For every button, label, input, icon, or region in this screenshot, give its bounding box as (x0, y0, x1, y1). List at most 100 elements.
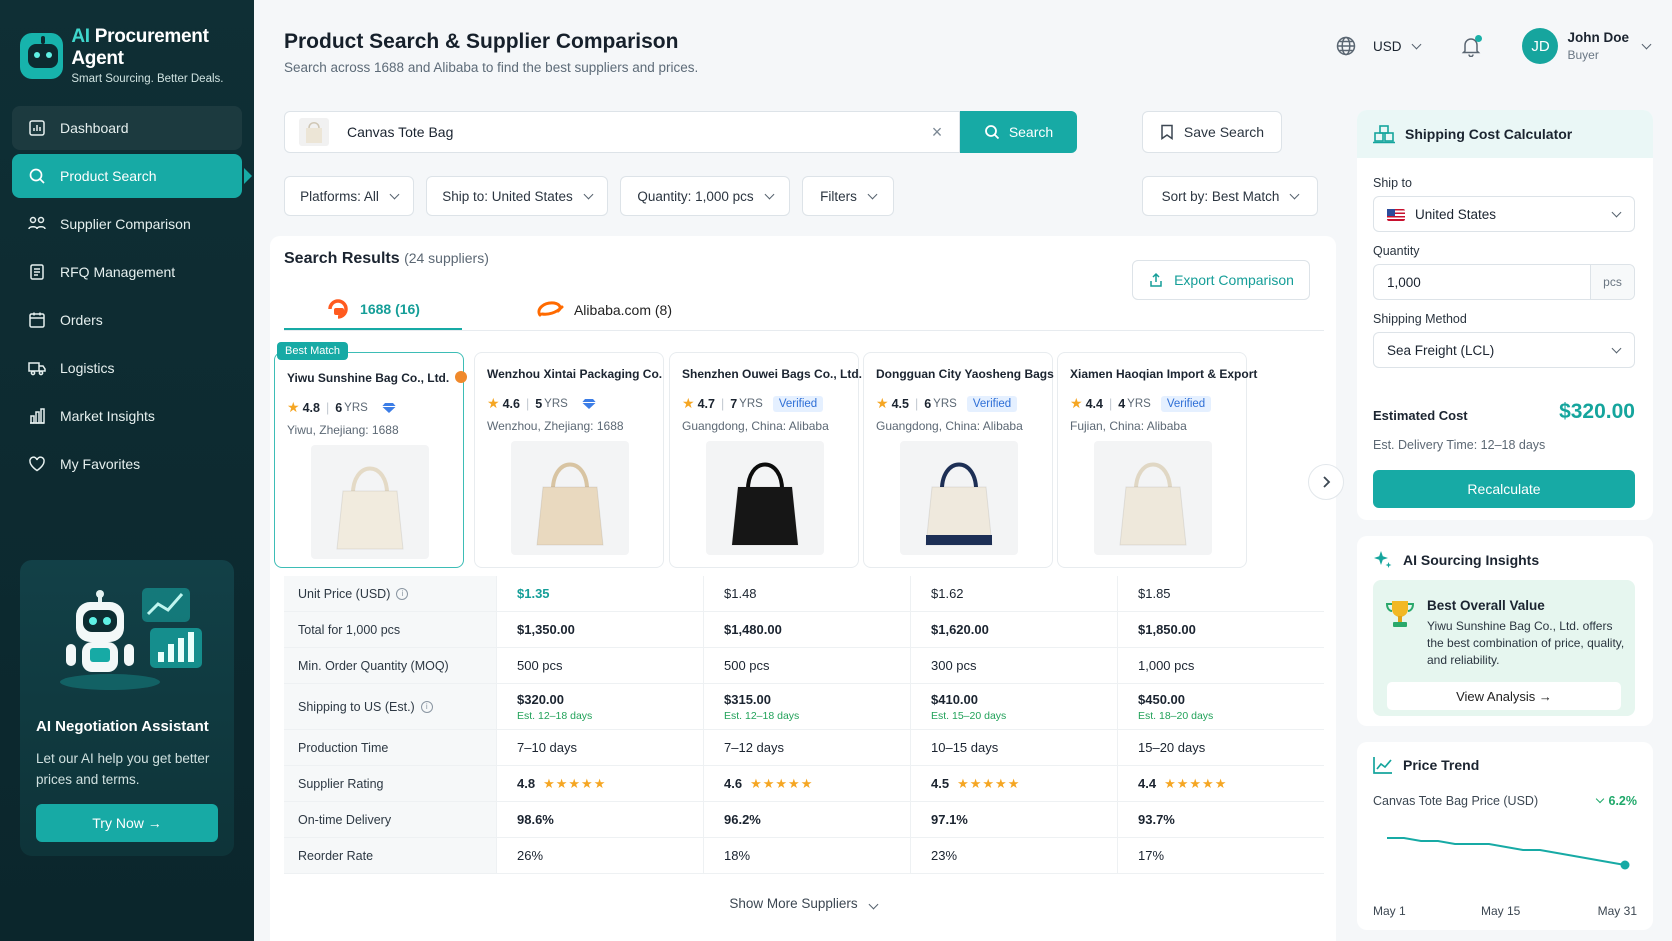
sidebar-item-dashboard[interactable]: Dashboard (12, 106, 242, 150)
supplier-rating: 4.5 (891, 396, 909, 411)
product-image (511, 441, 629, 555)
supplier-card[interactable]: Xiamen Haoqian Import & Export ★ 4.4 | 4 YRS V… (1057, 352, 1257, 568)
quantity-input[interactable]: 1,000 pcs (1373, 264, 1635, 300)
sidebar-item-supplier-comparison[interactable]: Supplier Comparison (12, 202, 242, 246)
supplier-rating: 4.6 (502, 396, 520, 411)
diamond-icon (581, 398, 596, 410)
ship-to-filter[interactable]: Ship to: United States (426, 176, 608, 216)
show-more-suppliers-button[interactable]: Show More Suppliers (270, 896, 1336, 911)
table-cell: $315.00 Est. 12–18 days (703, 684, 910, 729)
supplier-location: Yiwu, Zhejiang: 1688 (287, 423, 399, 437)
page-title: Product Search & Supplier Comparison (284, 30, 679, 53)
table-cell: $320.00 Est. 12–18 days (496, 684, 703, 729)
chevron-down-icon (583, 189, 594, 199)
star-icon: ★ (1070, 395, 1083, 411)
row-label: Min. Order Quantity (MOQ) (284, 648, 496, 683)
try-now-button[interactable]: Try Now → (36, 804, 218, 842)
estimated-delivery-time: Est. Delivery Time: 12–18 days (1373, 438, 1546, 452)
sidebar-item-label: Product Search (60, 168, 157, 184)
user-info[interactable]: John Doe Buyer (1567, 30, 1629, 62)
boxes-icon (1373, 125, 1395, 144)
years-unit: YRS (344, 401, 368, 414)
avatar[interactable]: JD (1522, 28, 1559, 64)
star-icon: ★ (287, 399, 300, 415)
sparkle-icon (1374, 551, 1392, 568)
sidebar-item-orders[interactable]: Orders (12, 298, 242, 342)
info-icon[interactable]: i (396, 587, 409, 600)
supplier-location: Guangdong, China: Alibaba (682, 419, 829, 433)
sidebar-item-product-search[interactable]: Product Search (12, 154, 252, 198)
brand-title: AI Procurement Agent (71, 26, 209, 69)
table-cell: 97.1% (910, 802, 1117, 837)
table-cell: 7–12 days (703, 730, 910, 765)
save-search-button[interactable]: Save Search (1142, 111, 1282, 153)
sidebar-item-label: Dashboard (60, 120, 129, 136)
supplier-card[interactable]: Best Match Yiwu Sunshine Bag Co., Ltd. ★ 4.… (274, 342, 468, 568)
supplier-card[interactable]: Dongguan City Yaosheng Bags ★ 4.5 | 6 YRS Veri… (863, 352, 1054, 568)
chevron-down-icon (868, 899, 879, 910)
rating-stars-icon: ★★★★★ (957, 775, 1021, 791)
chevron-down-icon (867, 189, 878, 199)
recalculate-button[interactable]: Recalculate (1373, 470, 1635, 508)
sort-dropdown[interactable]: Sort by: Best Match (1142, 176, 1318, 216)
sidebar-item-my-favorites[interactable]: My Favorites (12, 442, 242, 486)
view-analysis-button[interactable]: View Analysis → (1387, 682, 1621, 710)
supplier-years: 7 (730, 396, 738, 411)
supplier-rating: 4.8 (302, 400, 320, 415)
row-label: Supplier Rating (284, 766, 496, 801)
shipping-cost-calculator: Shipping Cost Calculator Ship to United … (1357, 110, 1653, 520)
search-icon (984, 125, 999, 140)
supplier-location: Guangdong, China: Alibaba (876, 419, 1023, 433)
table-row: Unit Price (USD) i $1.35 $1.48 $1.62 $1.85 (284, 576, 1324, 612)
table-cell: 4.6 ★★★★★ (703, 766, 910, 801)
chevron-down-icon (1611, 343, 1622, 353)
ai-negotiation-card: AI Negotiation Assistant Let our AI help… (20, 560, 234, 856)
supplier-name: Xiamen Haoqian Import & Export (1070, 367, 1258, 381)
rfq-icon (28, 263, 46, 281)
us-flag-icon (1387, 208, 1405, 221)
estimated-cost-value: $320.00 (1559, 400, 1635, 423)
supplier-card[interactable]: Shenzhen Ouwei Bags Co., Ltd. ★ 4.7 | 7 YRS Ve… (669, 352, 862, 568)
currency-selector[interactable]: USD (1373, 39, 1422, 54)
search-input[interactable] (347, 124, 927, 140)
search-button[interactable]: Search (960, 111, 1077, 153)
table-row: On-time Delivery 98.6% 96.2% 97.1% 93.7% (284, 802, 1324, 838)
ship-to-select[interactable]: United States (1373, 196, 1635, 232)
x-tick-label: May 15 (1481, 904, 1521, 918)
sidebar-item-logistics[interactable]: Logistics (12, 346, 242, 390)
brand[interactable]: AI Procurement Agent Smart Sourcing. Bet… (20, 26, 254, 85)
quantity-filter[interactable]: Quantity: 1,000 pcs (620, 176, 790, 216)
tab-1688[interactable]: 1688 (16) (284, 290, 462, 330)
sidebar-item-rfq-management[interactable]: RFQ Management (12, 250, 242, 294)
years-unit: YRS (544, 397, 568, 410)
platforms-filter[interactable]: Platforms: All (284, 176, 414, 216)
tab-alibaba[interactable]: Alibaba.com (8) (518, 290, 688, 330)
sidebar-item-market-insights[interactable]: Market Insights (12, 394, 242, 438)
table-cell: 4.8 ★★★★★ (496, 766, 703, 801)
table-cell: 15–20 days (1117, 730, 1324, 765)
sidebar-item-label: Logistics (60, 360, 115, 376)
table-cell: 96.2% (703, 802, 910, 837)
clear-search-icon[interactable]: × (927, 122, 947, 142)
shipping-method-select[interactable]: Sea Freight (LCL) (1373, 332, 1635, 368)
table-cell: 300 pcs (910, 648, 1117, 683)
user-menu-chevron-icon[interactable] (1641, 39, 1652, 49)
info-icon[interactable]: i (420, 700, 433, 713)
supplier-meta: ★ 4.6 | 5 YRS (487, 395, 596, 412)
user-name: John Doe (1567, 30, 1629, 45)
notification-bell-icon[interactable] (1460, 35, 1483, 58)
export-comparison-button[interactable]: Export Comparison (1132, 260, 1310, 300)
filters-dropdown[interactable]: Filters (802, 176, 894, 216)
assistant-title: AI Negotiation Assistant (36, 718, 209, 735)
table-cell: $450.00 Est. 18–20 days (1117, 684, 1324, 729)
search-results-panel: Search Results (24 suppliers) Export Com… (270, 236, 1344, 941)
bookmark-icon (1161, 124, 1173, 140)
verified-badge: Verified (772, 395, 824, 412)
verified-badge: Verified (1160, 395, 1212, 412)
supplier-card[interactable]: Wenzhou Xintai Packaging Co. ★ 4.6 | 5 YRS Wen… (474, 352, 664, 568)
insight-title: Best Overall Value (1427, 598, 1545, 613)
x-tick-label: May 1 (1373, 904, 1406, 918)
globe-icon[interactable] (1335, 35, 1357, 57)
next-suppliers-button[interactable] (1308, 464, 1344, 500)
table-cell: 4.4 ★★★★★ (1117, 766, 1324, 801)
